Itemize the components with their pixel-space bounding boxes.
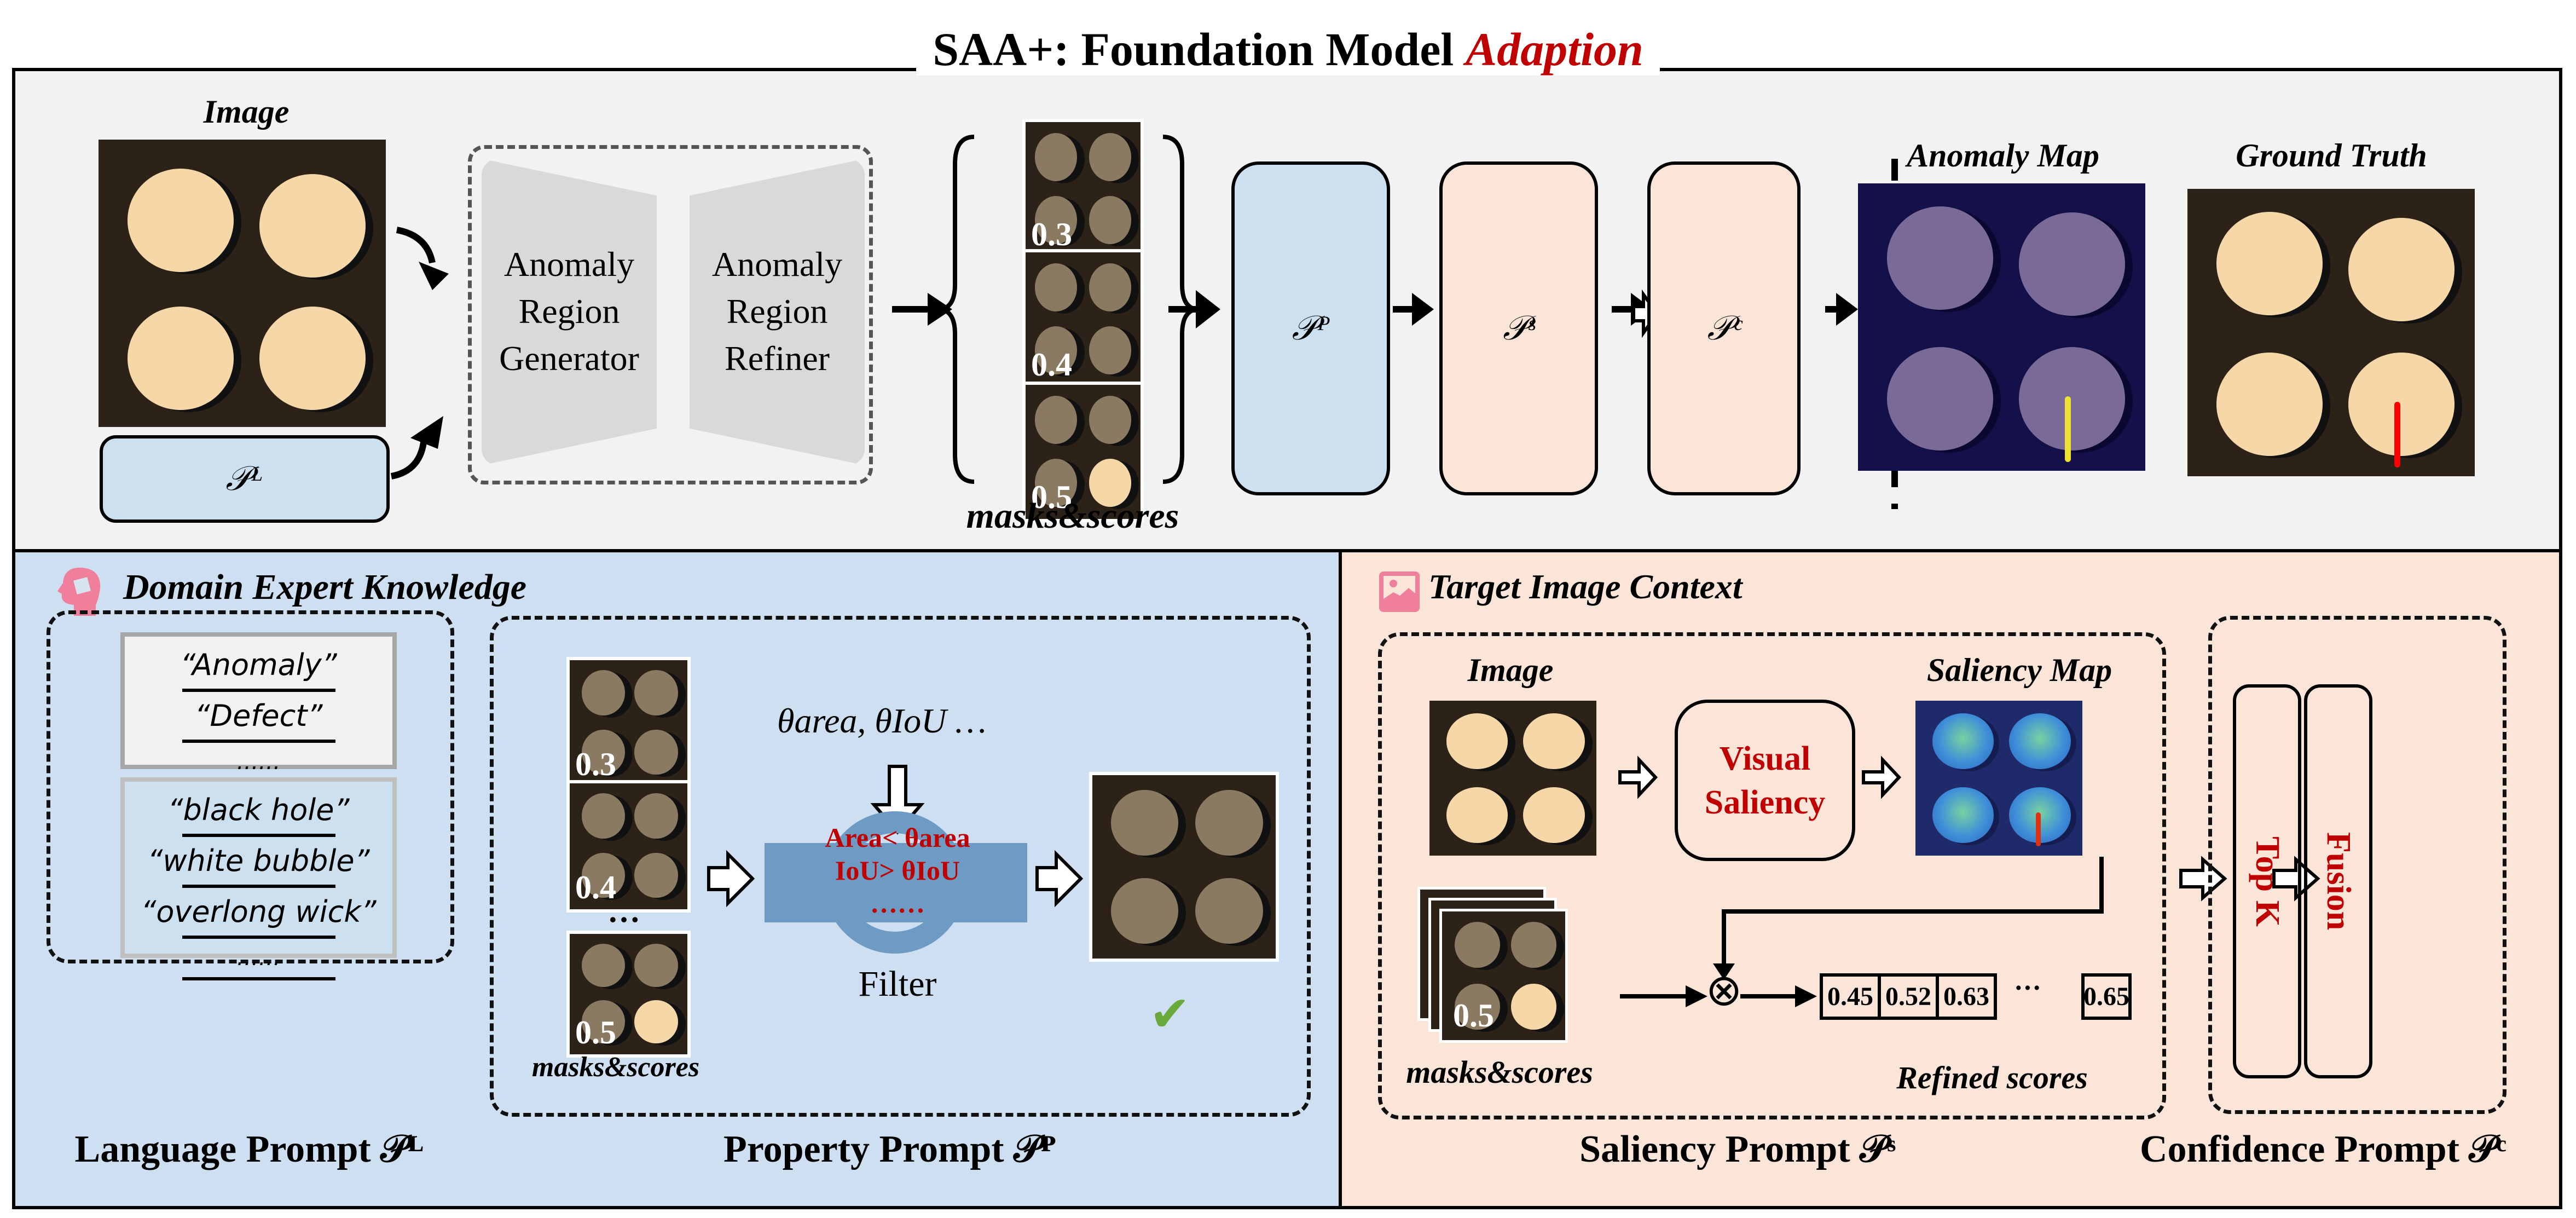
saliency-arrows — [1618, 755, 2320, 1007]
top-k-block: Top K — [2233, 684, 2301, 1078]
saliency-prompt-caption: Saliency Prompt 𝒫ˢ — [1579, 1128, 1896, 1170]
mask-score: 0.5 — [1453, 997, 1494, 1034]
mask-thumbnail: 0.5 — [1439, 909, 1568, 1043]
refined-score-cell: 0.45 — [1820, 973, 1881, 1020]
confidence-prompt-caption: Confidence Prompt 𝒫ᶜ — [2139, 1128, 2507, 1170]
masks-label: masks&scores — [1406, 1054, 1593, 1090]
multiply-operator: ⊗ — [1705, 967, 1743, 1015]
fusion-block: Fusion — [2304, 684, 2372, 1078]
refined-scores-label: Refined scores — [1896, 1060, 2088, 1095]
refined-score-cell: 0.63 — [1936, 973, 1997, 1020]
refined-score-cell: 0.52 — [1878, 973, 1939, 1020]
refined-ellipsis: ··· — [2014, 972, 2042, 1003]
top-k-label: Top K — [2249, 836, 2286, 927]
fusion-label: Fusion — [2320, 832, 2357, 931]
refined-score-cell: 0.65 — [2081, 973, 2132, 1020]
